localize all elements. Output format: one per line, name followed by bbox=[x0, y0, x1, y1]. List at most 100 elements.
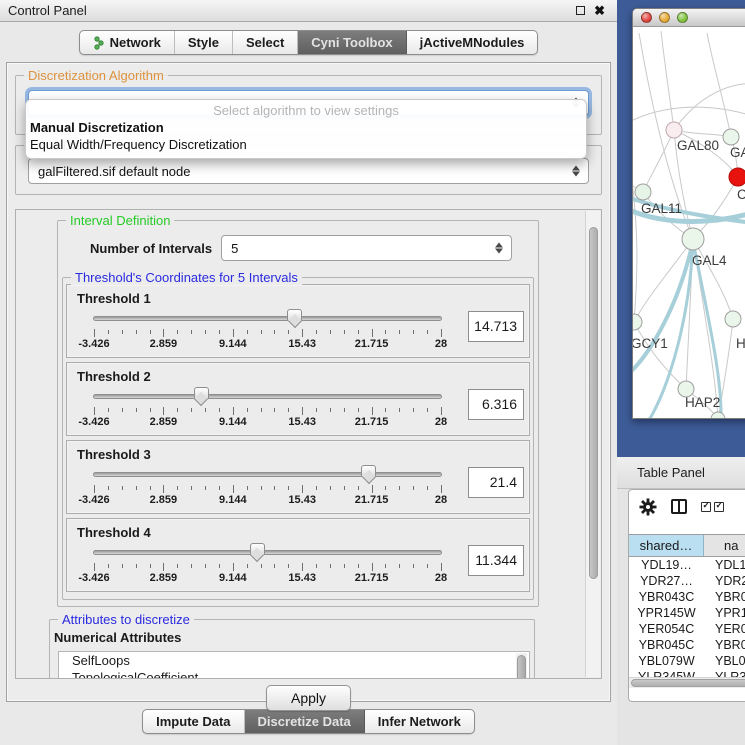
cell-shared-name: YBR043C bbox=[629, 589, 704, 605]
node-gal11[interactable] bbox=[635, 184, 651, 200]
list-scrollbar[interactable] bbox=[516, 653, 527, 679]
cell-shared-name: YBR045C bbox=[629, 637, 704, 653]
split-view-icon[interactable] bbox=[671, 499, 687, 514]
table-row[interactable]: YPR145WYPR1 bbox=[629, 605, 745, 621]
cell-name: YER0 bbox=[704, 621, 745, 637]
cell-name: YDL1 bbox=[704, 557, 745, 573]
settings-scroll-viewport: Interval Definition Number of Intervals … bbox=[15, 209, 602, 679]
threshold-value-field[interactable]: 14.713 bbox=[468, 311, 524, 342]
list-scrollbar-thumb[interactable] bbox=[517, 655, 526, 679]
table-row[interactable]: YBL079WYBL0 bbox=[629, 653, 745, 669]
tab-label: Cyni Toolbox bbox=[311, 35, 392, 50]
control-panel-title: Control Panel bbox=[8, 3, 576, 18]
table-panel-body: shared… na YDL19…YDL1YDR27…YDR2YBR043CYB… bbox=[628, 489, 745, 702]
threshold-slider[interactable]: -3.4262.8599.14415.4321.71528 bbox=[93, 463, 442, 507]
cytoscape-desktop: GAL80GACGAL11GAL4GCY1HHAP2 bbox=[617, 0, 745, 457]
network-edge[interactable] bbox=[661, 31, 674, 130]
slider-handle[interactable] bbox=[361, 465, 376, 477]
float-window-icon[interactable] bbox=[576, 6, 585, 15]
threshold-value-field[interactable]: 21.4 bbox=[468, 467, 524, 498]
threshold-coordinates-legend: Threshold's Coordinates for 5 Intervals bbox=[71, 270, 302, 285]
traffic-light-close-icon[interactable] bbox=[641, 12, 652, 23]
node-gal80[interactable] bbox=[666, 122, 682, 138]
node-table: shared… na YDL19…YDL1YDR27…YDR2YBR043CYB… bbox=[629, 534, 745, 685]
toolbox-tab-bar: NetworkStyleSelect Cyni Toolbox jActiveMNo… bbox=[79, 30, 539, 55]
threshold-panel: Threshold 3-3.4262.8599.14415.4321.71528… bbox=[66, 440, 530, 514]
number-of-intervals-value: 5 bbox=[231, 241, 238, 256]
column-visibility-icon[interactable] bbox=[701, 502, 724, 512]
screen: Control Panel ✖ NetworkStyleSelect Cyni T… bbox=[0, 0, 745, 745]
vertical-scrollbar[interactable] bbox=[585, 211, 600, 677]
algorithm-option-equal-width-frequency-discretization[interactable]: Equal Width/Frequency Discretization bbox=[26, 136, 586, 153]
table-row[interactable]: YBR043CYBR0 bbox=[629, 589, 745, 605]
node-label-h: H bbox=[736, 336, 745, 351]
tab-select[interactable]: Select bbox=[233, 31, 298, 54]
column-header-name[interactable]: na bbox=[704, 535, 745, 556]
column-header-shared-name[interactable]: shared… bbox=[629, 535, 704, 556]
attribute-item-selfloops[interactable]: SelfLoops bbox=[59, 652, 529, 669]
numerical-attributes-list[interactable]: SelfLoopsTopologicalCoefficientBetweenne… bbox=[58, 651, 530, 679]
threshold-label: Threshold 4 bbox=[67, 519, 529, 541]
apply-button[interactable]: Apply bbox=[266, 685, 351, 711]
node-gcy1[interactable] bbox=[633, 314, 642, 330]
table-horizontal-scrollbar[interactable] bbox=[629, 677, 745, 688]
threshold-slider[interactable]: -3.4262.8599.14415.4321.71528 bbox=[93, 307, 442, 351]
network-edge[interactable] bbox=[707, 33, 731, 137]
slider-track[interactable] bbox=[93, 394, 442, 399]
slider-handle[interactable] bbox=[287, 309, 302, 321]
table-row[interactable]: YER054CYER0 bbox=[629, 621, 745, 637]
cell-shared-name: YPR145W bbox=[629, 605, 704, 621]
threshold-slider[interactable]: -3.4262.8599.14415.4321.71528 bbox=[93, 541, 442, 585]
tab-label: jActiveMNodules bbox=[420, 35, 525, 50]
threshold-panel: Threshold 1-3.4262.8599.14415.4321.71528… bbox=[66, 284, 530, 358]
combo-arrows-icon bbox=[495, 242, 503, 255]
slider-tick-labels: -3.4262.8599.14415.4321.71528 bbox=[94, 572, 441, 584]
table-row[interactable]: YDR27…YDR2 bbox=[629, 573, 745, 589]
tab-cyni-toolbox[interactable]: Cyni Toolbox bbox=[298, 31, 406, 54]
slider-track[interactable] bbox=[93, 472, 442, 477]
slider-track[interactable] bbox=[93, 316, 442, 321]
algorithm-dropdown-popup: Select algorithm to view settings Manual… bbox=[25, 99, 587, 159]
network-canvas[interactable]: GAL80GACGAL11GAL4GCY1HHAP2 bbox=[633, 27, 745, 419]
node-red-selected[interactable] bbox=[729, 168, 745, 186]
network-edge[interactable] bbox=[633, 147, 637, 322]
algorithm-option-manual-discretization[interactable]: Manual Discretization bbox=[26, 119, 586, 136]
slider-handle[interactable] bbox=[194, 387, 209, 399]
slider-ticks bbox=[94, 485, 441, 493]
node-label-gal4: GAL4 bbox=[692, 253, 727, 268]
node-label-hap2: HAP2 bbox=[685, 395, 720, 410]
slider-track[interactable] bbox=[93, 550, 442, 555]
threshold-value-field[interactable]: 6.316 bbox=[468, 389, 524, 420]
vertical-scrollbar-thumb[interactable] bbox=[589, 227, 598, 579]
network-edge[interactable] bbox=[643, 130, 674, 192]
table-row[interactable]: YDL19…YDL1 bbox=[629, 557, 745, 573]
tab-jactivemnodules[interactable]: jActiveMNodules bbox=[407, 31, 538, 54]
network-edge[interactable] bbox=[674, 84, 745, 130]
table-data-combobox[interactable]: galFiltered.sif default node bbox=[28, 158, 589, 184]
traffic-light-zoom-icon[interactable] bbox=[677, 12, 688, 23]
network-view-window: GAL80GACGAL11GAL4GCY1HHAP2 bbox=[632, 8, 745, 419]
discretization-algorithm-legend: Discretization Algorithm bbox=[24, 68, 168, 83]
node-gal4[interactable] bbox=[682, 228, 704, 250]
threshold-slider[interactable]: -3.4262.8599.14415.4321.71528 bbox=[93, 385, 442, 429]
cell-name: YBL0 bbox=[704, 653, 745, 669]
tab-style[interactable]: Style bbox=[175, 31, 233, 54]
table-horizontal-scrollbar-thumb[interactable] bbox=[631, 679, 745, 687]
threshold-value-field[interactable]: 11.344 bbox=[468, 545, 524, 576]
attribute-item-topologicalcoefficient[interactable]: TopologicalCoefficient bbox=[59, 669, 529, 679]
network-edge[interactable] bbox=[633, 107, 745, 123]
tab-network[interactable]: Network bbox=[80, 31, 175, 54]
number-of-intervals-combobox[interactable]: 5 bbox=[221, 235, 512, 261]
table-panel: Table Panel bbox=[617, 457, 745, 745]
traffic-light-minimize-icon[interactable] bbox=[659, 12, 670, 23]
slider-handle[interactable] bbox=[250, 543, 265, 555]
threshold-label: Threshold 3 bbox=[67, 441, 529, 463]
node-h[interactable] bbox=[725, 311, 741, 327]
table-data-value: galFiltered.sif default node bbox=[38, 164, 190, 179]
control-panel-titlebar: Control Panel ✖ bbox=[0, 0, 617, 22]
node-label-c: C bbox=[737, 187, 745, 202]
gear-icon[interactable] bbox=[639, 498, 657, 516]
table-row[interactable]: YBR045CYBR0 bbox=[629, 637, 745, 653]
close-icon[interactable]: ✖ bbox=[594, 6, 605, 16]
node-top-right[interactable] bbox=[723, 129, 739, 145]
